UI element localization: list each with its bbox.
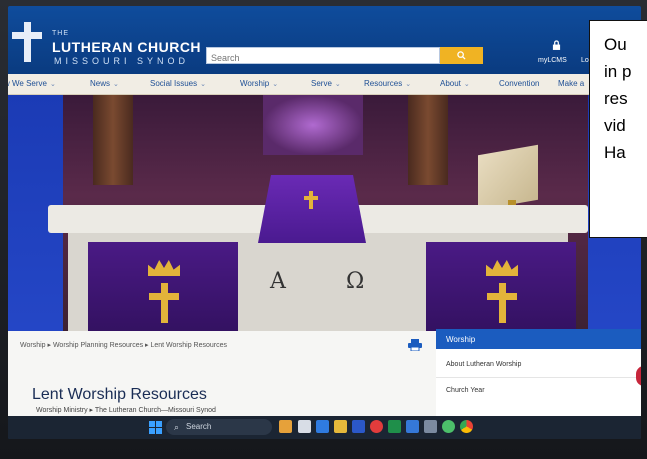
nav-item-worship[interactable]: Worship ⌄ [240, 79, 278, 88]
chevron-down-icon: ⌄ [200, 81, 207, 88]
logo-name-text[interactable]: LUTHERAN CHURCH [52, 39, 201, 55]
site-header: THE LUTHERAN CHURCH MISSOURI SYNOD myLCM… [8, 6, 641, 74]
widgets-icon[interactable] [279, 420, 292, 433]
search-input[interactable] [207, 51, 440, 65]
nav-label: Serve [311, 79, 332, 88]
breadcrumb[interactable]: Worship ▸ Worship Planning Resources ▸ L… [20, 341, 227, 349]
gold-cross-icon [304, 191, 318, 209]
hero-altar-image: A Ω [8, 95, 641, 345]
callout-text: Ou in p res vid Ha [604, 35, 632, 162]
media-player-icon[interactable] [370, 420, 383, 433]
nav-item-resources[interactable]: Resources ⌄ [364, 79, 411, 88]
side-nav-heading[interactable]: Worship [436, 329, 641, 349]
print-icon[interactable] [408, 339, 422, 351]
nav-label: About [440, 79, 461, 88]
page-subtitle: Worship Ministry ▸ The Lutheran Church—M… [36, 407, 216, 414]
chevron-down-icon: ⌄ [334, 81, 341, 88]
divider [436, 377, 641, 378]
windows-start-icon[interactable] [149, 421, 162, 434]
lock-icon[interactable] [552, 40, 561, 50]
side-nav-item-church-year[interactable]: Church Year [446, 387, 485, 394]
annotation-callout: Ou in p res vid Ha [589, 20, 647, 238]
omega-symbol: Ω [346, 269, 365, 294]
side-nav-heading-label: Worship [446, 335, 476, 344]
page-title: Lent Worship Resources [32, 386, 207, 403]
taskbar-search-label: Search [186, 422, 212, 431]
logo-subtitle-text: MISSOURI SYNOD [54, 56, 190, 66]
purple-window-glow [263, 95, 363, 155]
main-nav: w We Serve ⌄ News ⌄ Social Issues ⌄ Worship… [8, 74, 641, 96]
mylcms-link[interactable]: myLCMS [538, 57, 567, 64]
nav-item-about[interactable]: About ⌄ [440, 79, 470, 88]
store-icon[interactable] [406, 420, 419, 433]
nav-item-convention[interactable]: Convention [499, 79, 539, 88]
chrome-icon[interactable] [460, 420, 473, 433]
nav-label: News [90, 79, 111, 88]
gold-cross-icon [487, 283, 517, 323]
browser-screen: THE LUTHERAN CHURCH MISSOURI SYNOD myLCM… [8, 6, 641, 439]
side-nav: Worship About Lutheran Worship Church Ye… [436, 329, 641, 416]
gold-cross-icon [149, 283, 179, 323]
word-icon[interactable] [352, 420, 365, 433]
nav-item-news[interactable]: News ⌄ [90, 79, 119, 88]
chevron-down-icon: ⌄ [272, 81, 279, 88]
side-nav-item-about-lutheran-worship[interactable]: About Lutheran Worship [446, 361, 521, 368]
taskbar-search[interactable]: ⌕ Search [166, 419, 272, 435]
lcms-cross-logo-icon[interactable] [12, 22, 42, 62]
nav-label: Make a [558, 79, 585, 88]
nav-item-serve[interactable]: Serve ⌄ [311, 79, 341, 88]
app-icon[interactable] [442, 420, 455, 433]
search-field[interactable] [206, 47, 440, 65]
edge-browser-icon[interactable] [316, 420, 329, 433]
alpha-symbol: A [270, 269, 286, 294]
purple-tabernacle-cover [258, 175, 366, 243]
chevron-down-icon: ⌄ [405, 81, 412, 88]
app-icon[interactable] [424, 420, 437, 433]
logo-the-text: THE [52, 30, 69, 37]
search-icon [457, 51, 466, 60]
chevron-down-icon: ⌄ [463, 81, 470, 88]
nav-item-make-a-gift[interactable]: Make a [558, 79, 584, 88]
nav-label: w We Serve [8, 79, 47, 88]
file-explorer-icon[interactable] [334, 420, 347, 433]
wooden-pillar [408, 95, 448, 185]
nav-label: Convention [499, 79, 540, 88]
nav-label: Social Issues [150, 79, 198, 88]
nav-label: Resources [364, 79, 403, 88]
search-icon: ⌕ [174, 422, 180, 432]
nav-label: Worship [240, 79, 270, 88]
nav-item-how-we-serve[interactable]: w We Serve ⌄ [8, 79, 56, 88]
wooden-pillar [93, 95, 133, 185]
nav-item-social-issues[interactable]: Social Issues ⌄ [150, 79, 206, 88]
chevron-down-icon: ⌄ [49, 81, 56, 88]
page-content: Worship ▸ Worship Planning Resources ▸ L… [8, 331, 436, 416]
excel-icon[interactable] [388, 420, 401, 433]
login-link[interactable]: Lo [581, 57, 589, 64]
search-button[interactable] [440, 47, 483, 64]
task-view-icon[interactable] [298, 420, 311, 433]
chevron-down-icon: ⌄ [113, 81, 119, 88]
